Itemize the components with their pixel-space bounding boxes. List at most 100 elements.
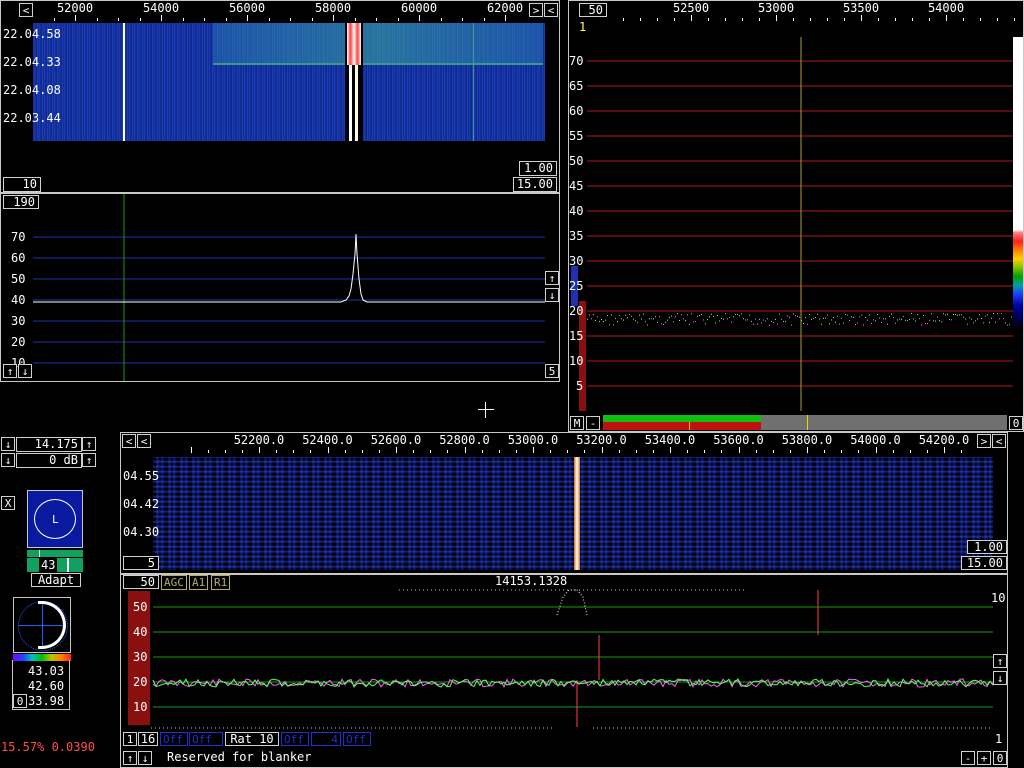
bb-freq-label: 52200.0 [233, 433, 285, 447]
bb-minus-button[interactable]: - [961, 751, 975, 765]
phase-meter[interactable] [13, 597, 71, 653]
spectrum-right-box[interactable]: 5 [545, 364, 559, 378]
hires-minus-button[interactable]: - [586, 416, 600, 430]
bb-spec-down-button[interactable]: ↓ [993, 671, 1007, 685]
main-waterfall-image[interactable] [33, 23, 545, 141]
baseband-freq-ruler[interactable]: 52200.0 52400.0 52600.0 52800.0 53000.0 53200… [153, 433, 977, 453]
bfo-freq-box[interactable]: 14.175 [16, 437, 82, 452]
spectrum-left-up-button[interactable]: ↑ [3, 364, 17, 378]
hires-y-label: 60 [569, 104, 584, 118]
spectrum-y-label: 20 [11, 335, 26, 349]
main-spectrum-window: 190 70 60 50 40 30 20 10 ↑ ↓ ↑ ↓ 5 [0, 193, 560, 382]
baseband-window: < < 52200.0 52400.0 52600.0 52800.0 53000.0 5… [120, 432, 1008, 574]
hires-zero-box[interactable]: 0 [1009, 416, 1023, 430]
main-avg-box[interactable]: 10 [3, 177, 41, 192]
baseband-waterfall-image[interactable] [153, 457, 993, 570]
main-waterfall-window: < 52000 54000 56000 58000 60000 62000 > < 1.0… [0, 0, 560, 193]
bb-one-button[interactable]: 1 [123, 732, 137, 746]
bb-freq-label: 53000.0 [507, 433, 559, 447]
hires-y-label: 40 [569, 204, 584, 218]
agc-bar [27, 550, 83, 557]
hires-spectrum-graph[interactable] [569, 1, 1023, 431]
spectrum-y-label: 50 [11, 272, 26, 286]
bb-plus-button[interactable]: + [977, 751, 991, 765]
spectrum-up-button[interactable]: ↑ [545, 271, 559, 285]
hires-y-label: 5 [576, 379, 584, 393]
blanker-text: Reserved for blanker [167, 750, 312, 764]
main-gain-box[interactable]: 1.00 [519, 161, 557, 176]
hires-y-label: 50 [569, 154, 584, 168]
rat-box[interactable]: Rat 10 [225, 732, 279, 746]
agc-circle-label: L [52, 513, 59, 526]
bb-zero-button[interactable]: 0 [993, 751, 1007, 765]
bb-bottom-up-button[interactable]: ↑ [123, 751, 137, 765]
off-toggle-1[interactable]: Off [160, 732, 188, 746]
bb-left-button[interactable]: < [122, 434, 136, 448]
bb-right-one: 1 [995, 732, 1003, 746]
main-time-label: 22.04.33 [3, 55, 61, 69]
bb-bottom-down-button[interactable]: ↓ [138, 751, 152, 765]
crosshair-cursor [478, 402, 494, 418]
bb-time-label: 04.30 [123, 525, 160, 539]
bb-16-box[interactable]: 16 [138, 732, 158, 746]
bb-freq-label: 54200.0 [918, 433, 970, 447]
gain-up-button[interactable]: ↑ [82, 453, 96, 467]
hires-m-button[interactable]: M [570, 416, 584, 430]
bb-spec-up-button[interactable]: ↑ [993, 654, 1007, 668]
main-freq-label: 58000 [314, 1, 352, 15]
bb-spec-y-label: 20 [133, 675, 148, 689]
bb-end-button[interactable]: < [992, 434, 1006, 448]
hires-window: 50 52500 53000 53500 54000 1 70 65 60 55 50 45 40… [568, 0, 1024, 432]
spectrum-y-label: 70 [11, 230, 26, 244]
bb-freq-label: 52800.0 [439, 433, 490, 447]
color-scale-bar [1013, 37, 1023, 329]
bb-right-button[interactable]: > [977, 434, 991, 448]
main-speed-box[interactable]: 15.00 [513, 177, 557, 192]
bb-left2-button[interactable]: < [137, 434, 151, 448]
bb-spec-y-label: 30 [133, 650, 148, 664]
spectrum-left-down-button[interactable]: ↓ [18, 364, 32, 378]
hires-y-label: 65 [569, 79, 584, 93]
hires-y-label: 35 [569, 229, 584, 243]
bb-avg-box[interactable]: 5 [123, 556, 159, 570]
main-time-label: 22.04.08 [3, 83, 61, 97]
bb-freq-label: 53200.0 [576, 433, 627, 447]
main-spectrum-graph[interactable] [1, 194, 559, 381]
hires-y-label: 30 [569, 254, 584, 268]
adapt-button[interactable]: Adapt [31, 573, 81, 587]
bfo-gain-box[interactable]: 0 dB [16, 453, 82, 468]
off-toggle-2[interactable]: Off [189, 732, 223, 746]
freq-down-button[interactable]: ↓ [1, 437, 15, 451]
baseband-spectrum-window: 50 AGC A1 R1 14153.1328 50 40 30 20 10 10 ↑ … [120, 574, 1008, 768]
scroll-left-button[interactable]: < [19, 3, 33, 17]
main-freq-ruler[interactable]: < 52000 54000 56000 58000 60000 62000 > < [1, 1, 559, 21]
scroll-end-button[interactable]: < [544, 3, 558, 17]
meter-box-outline [12, 660, 70, 710]
hires-y-label: 70 [569, 54, 584, 68]
bb-right-label: 10 [991, 591, 1006, 605]
spectrum-y-label: 40 [11, 293, 26, 307]
scroll-right-button[interactable]: > [529, 3, 543, 17]
bb-time-label: 04.55 [123, 469, 160, 483]
spectrum-y-label: 30 [11, 314, 26, 328]
bb-spec-y-label: 10 [133, 700, 148, 714]
four-box[interactable]: 4 [311, 732, 341, 746]
bb-freq-label: 53400.0 [644, 433, 696, 447]
agc-level-row: 43 [27, 558, 83, 572]
bb-gain-box[interactable]: 1.00 [967, 540, 1007, 554]
main-freq-label: 54000 [142, 1, 180, 15]
main-time-label: 22.03.44 [3, 111, 61, 125]
main-freq-label: 62000 [486, 1, 524, 15]
close-agc-button[interactable]: X [1, 496, 15, 510]
bb-spec-y-label: 50 [133, 600, 148, 614]
freq-up-button[interactable]: ↑ [82, 437, 96, 451]
off-toggle-3[interactable]: Off [281, 732, 309, 746]
main-freq-label: 52000 [56, 1, 94, 15]
bb-speed-box[interactable]: 15.00 [961, 556, 1007, 570]
off-toggle-4[interactable]: Off [343, 732, 371, 746]
gain-down-button[interactable]: ↓ [1, 453, 15, 467]
agc-scope[interactable]: L [27, 490, 83, 548]
spectrum-down-button[interactable]: ↓ [545, 288, 559, 302]
hires-y-label: 45 [569, 179, 584, 193]
main-freq-label: 60000 [400, 1, 438, 15]
